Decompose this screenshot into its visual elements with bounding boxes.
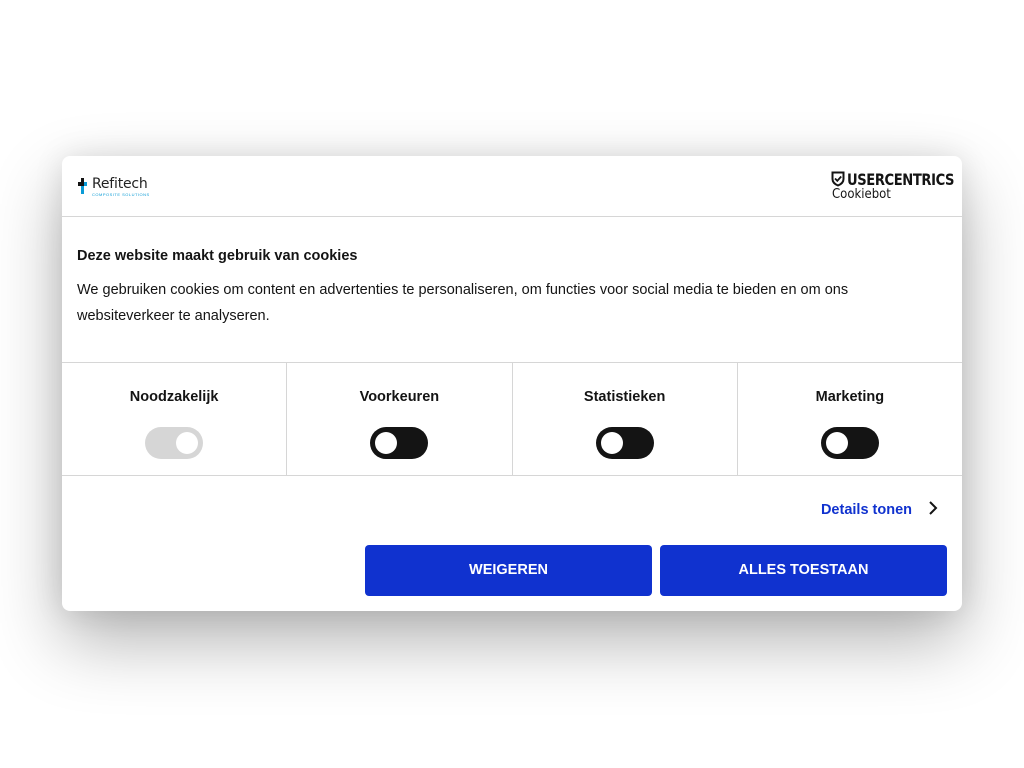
show-details-label: Details tonen [820,502,912,518]
cookiebot-product: Cookiebot [832,187,891,202]
show-details-link[interactable]: Details tonen [821,500,938,520]
site-logo: Refitech COMPOSITE SOLUTIONS [78,176,178,200]
refitech-logo-icon [78,178,90,194]
category-necessary: Noodzakelijk [62,363,288,475]
logo-tagline: COMPOSITE SOLUTIONS [92,192,150,197]
necessary-toggle [145,427,204,459]
category-preferences: Voorkeuren [287,363,513,475]
category-label: Statistieken [583,389,666,405]
category-label: Noodzakelijk [129,389,219,405]
allow-all-button[interactable]: ALLES TOESTAAN [660,545,947,596]
marketing-toggle[interactable] [820,427,879,459]
shield-check-icon [831,171,845,187]
category-label: Marketing [815,389,885,405]
toggle-knob [825,432,848,454]
dialog-header: Refitech COMPOSITE SOLUTIONS USERCENTRIC… [62,156,962,217]
preferences-toggle[interactable] [370,427,429,459]
logo-name: Refitech [92,176,148,192]
deny-button[interactable]: WEIGEREN [365,545,652,596]
cookie-category-toggles: Noodzakelijk Voorkeuren Statistieken Mar… [62,362,962,476]
consent-title: Deze website maakt gebruik van cookies [77,248,358,264]
category-marketing: Marketing [738,363,962,475]
toggle-knob [176,432,199,454]
toggle-knob [600,432,623,454]
usercentrics-cookiebot-logo[interactable]: USERCENTRICS Cookiebot [831,170,954,204]
cookie-consent-dialog: Refitech COMPOSITE SOLUTIONS USERCENTRIC… [62,156,962,611]
consent-description: We gebruiken cookies om content en adver… [77,282,849,324]
chevron-right-icon [928,500,938,520]
statistics-toggle[interactable] [595,427,654,459]
category-statistics: Statistieken [513,363,738,475]
toggle-knob [375,432,398,454]
category-label: Voorkeuren [359,389,440,405]
consent-message: Deze website maakt gebruik van cookies W… [77,248,947,329]
